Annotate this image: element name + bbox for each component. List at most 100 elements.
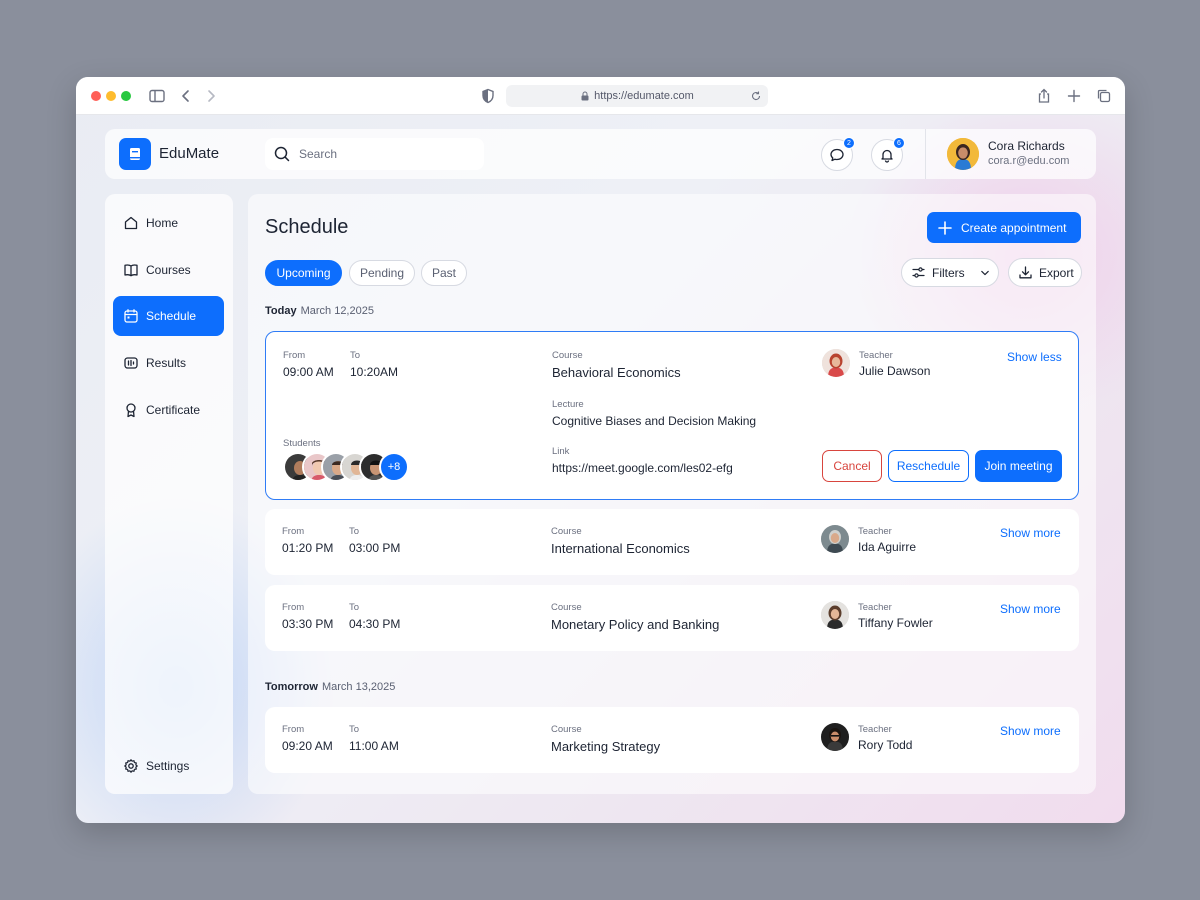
- from-label: From: [282, 724, 305, 735]
- more-students-badge[interactable]: +8: [379, 452, 409, 482]
- sliders-icon: [912, 267, 925, 278]
- join-meeting-button[interactable]: Join meeting: [975, 450, 1062, 482]
- tab-pending[interactable]: Pending: [349, 260, 415, 286]
- lock-icon: [581, 91, 589, 101]
- user-avatar[interactable]: [947, 138, 979, 170]
- show-more-link[interactable]: Show more: [1000, 724, 1061, 738]
- close-window-button[interactable]: [91, 91, 101, 101]
- back-icon[interactable]: [177, 87, 195, 105]
- sidebar-item-label: Results: [146, 356, 187, 370]
- to-label: To: [350, 350, 361, 361]
- students-label: Students: [283, 438, 321, 449]
- filters-label: Filters: [932, 265, 965, 280]
- search-icon: [274, 146, 290, 162]
- link-label: Link: [552, 446, 570, 457]
- to-time: 03:00 PM: [349, 541, 401, 555]
- students-avatars[interactable]: +8: [283, 452, 423, 482]
- bell-icon: [881, 149, 893, 163]
- create-appointment-button[interactable]: Create appointment: [927, 212, 1081, 243]
- search-input[interactable]: [299, 147, 469, 161]
- day-heading-tomorrow: Tomorrow March 13,2025: [265, 681, 395, 693]
- book-icon: [124, 264, 138, 277]
- tab-upcoming[interactable]: Upcoming: [265, 260, 342, 286]
- from-label: From: [283, 350, 306, 361]
- messages-badge: 2: [843, 137, 855, 149]
- teacher-avatar: [821, 601, 849, 629]
- minimize-window-button[interactable]: [106, 91, 116, 101]
- new-tab-icon[interactable]: [1065, 87, 1083, 105]
- notifications-button[interactable]: 6: [871, 137, 905, 171]
- logo[interactable]: [119, 138, 151, 170]
- cancel-button[interactable]: Cancel: [822, 450, 882, 482]
- notifications-badge: 6: [893, 137, 905, 149]
- tab-overview-icon[interactable]: [1095, 87, 1113, 105]
- sidebar-toggle-icon[interactable]: [148, 87, 166, 105]
- sidebar-item-courses[interactable]: Courses: [113, 250, 224, 290]
- sidebar-item-home[interactable]: Home: [113, 203, 224, 243]
- url-text: https://edumate.com: [594, 90, 694, 102]
- lecture-label: Lecture: [552, 399, 584, 410]
- export-button[interactable]: Export: [1008, 258, 1082, 287]
- results-icon: [124, 357, 138, 369]
- from-time: 09:20 AM: [282, 739, 333, 753]
- sidebar-item-schedule[interactable]: Schedule: [113, 296, 224, 336]
- user-name: Cora Richards: [988, 139, 1065, 153]
- create-appointment-label: Create appointment: [961, 220, 1067, 235]
- lesson-card[interactable]: From 01:20 PM To 03:00 PM Course Interna…: [265, 509, 1079, 575]
- course-label: Course: [551, 602, 582, 613]
- show-more-link[interactable]: Show more: [1000, 526, 1061, 540]
- share-icon[interactable]: [1035, 87, 1053, 105]
- home-icon: [124, 216, 138, 230]
- sidebar: Home Courses Schedule Results Certificat…: [105, 194, 233, 794]
- messages-button[interactable]: 2: [821, 137, 855, 171]
- filters-button[interactable]: Filters: [901, 258, 999, 287]
- sidebar-item-certificate[interactable]: Certificate: [113, 390, 224, 430]
- teacher-avatar: [821, 723, 849, 751]
- day-heading-today: Today March 12,2025: [265, 305, 374, 317]
- user-email: cora.r@edu.com: [988, 155, 1070, 167]
- teacher-label: Teacher: [858, 526, 892, 537]
- sidebar-item-label: Home: [146, 216, 179, 230]
- reschedule-button[interactable]: Reschedule: [888, 450, 969, 482]
- page-title: Schedule: [265, 216, 349, 238]
- download-icon: [1019, 266, 1032, 279]
- teacher-avatar: [822, 349, 850, 377]
- teacher-name: Tiffany Fowler: [858, 616, 933, 630]
- from-label: From: [282, 602, 305, 613]
- lesson-card-expanded[interactable]: From 09:00 AM To 10:20AM Course Behavior…: [265, 331, 1079, 500]
- to-time: 10:20AM: [350, 365, 399, 379]
- book-logo-icon: [130, 148, 140, 160]
- show-less-link[interactable]: Show less: [1007, 350, 1062, 364]
- teacher-avatar: [821, 525, 849, 553]
- sidebar-item-results[interactable]: Results: [113, 343, 224, 383]
- course-name: International Economics: [551, 541, 690, 556]
- course-name: Behavioral Economics: [552, 365, 681, 380]
- teacher-name: Ida Aguirre: [858, 540, 917, 554]
- sidebar-item-settings[interactable]: Settings: [113, 746, 224, 786]
- forward-icon[interactable]: [202, 87, 220, 105]
- to-label: To: [349, 724, 360, 735]
- show-more-link[interactable]: Show more: [1000, 602, 1061, 616]
- export-label: Export: [1039, 265, 1074, 280]
- lecture-name: Cognitive Biases and Decision Making: [552, 414, 757, 428]
- to-time: 04:30 PM: [349, 617, 401, 631]
- tab-past[interactable]: Past: [421, 260, 467, 286]
- day-label: Today: [265, 305, 297, 317]
- app-header: EduMate 2 6 Cora Richards cora.r@edu.com: [105, 129, 1096, 179]
- lesson-card[interactable]: From 09:20 AM To 11:00 AM Course Marketi…: [265, 707, 1079, 773]
- day-date: March 13,2025: [321, 681, 396, 693]
- day-date: March 12,2025: [300, 305, 374, 317]
- shield-icon[interactable]: [479, 87, 497, 105]
- address-bar[interactable]: https://edumate.com: [506, 85, 768, 107]
- chevron-down-icon: [980, 270, 989, 275]
- course-label: Course: [551, 526, 582, 537]
- reload-icon[interactable]: [750, 90, 762, 102]
- sidebar-item-label: Courses: [146, 263, 191, 277]
- from-label: From: [282, 526, 305, 537]
- maximize-window-button[interactable]: [121, 91, 131, 101]
- lesson-card[interactable]: From 03:30 PM To 04:30 PM Course Monetar…: [265, 585, 1079, 651]
- calendar-icon: [124, 309, 138, 323]
- search-box[interactable]: [265, 138, 484, 170]
- meeting-link[interactable]: https://meet.google.com/les02-efg: [552, 461, 733, 475]
- course-label: Course: [552, 350, 583, 361]
